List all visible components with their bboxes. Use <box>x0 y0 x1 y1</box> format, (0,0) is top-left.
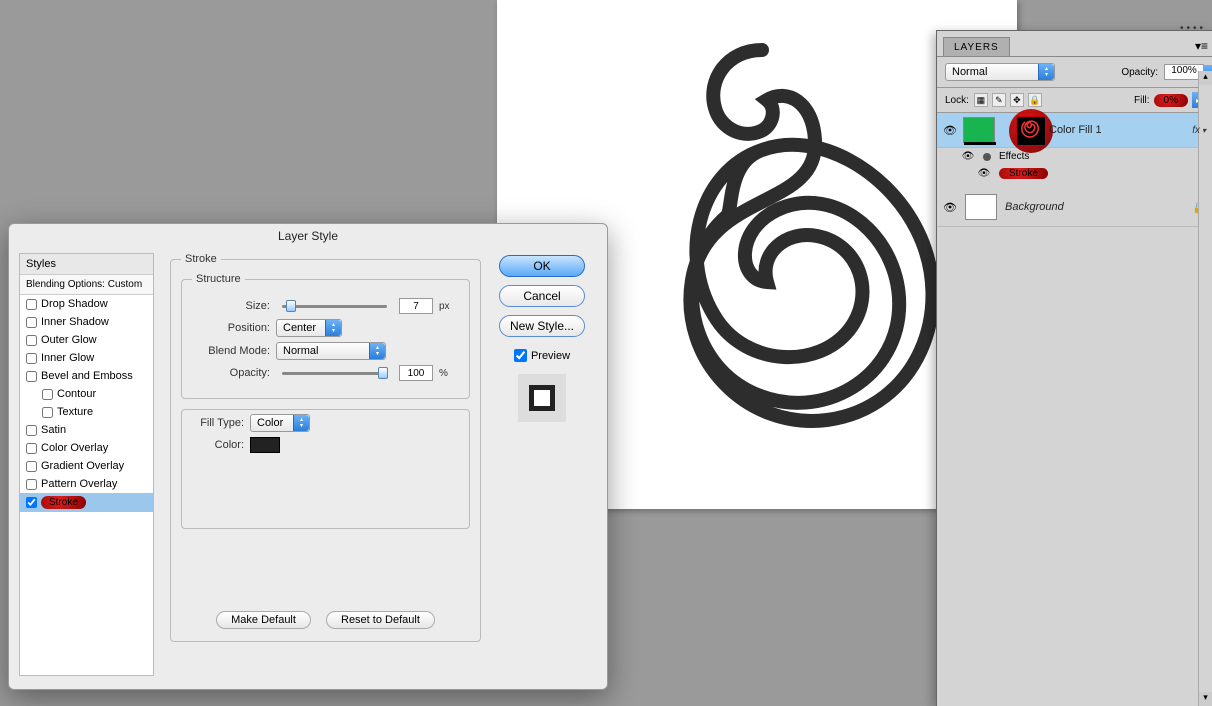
style-inner-shadow[interactable]: Inner Shadow <box>20 313 153 331</box>
stroke-legend: Stroke <box>181 253 221 265</box>
style-inner-glow[interactable]: Inner Glow <box>20 349 153 367</box>
layers-list: 👁 Color Fill 1 fx▾ 👁 Effects 👁 Stroke 👁 <box>937 113 1212 227</box>
lock-move-icon[interactable]: ✥ <box>1010 93 1024 107</box>
stroke-effect-highlight: Stroke <box>999 168 1048 179</box>
lock-brush-icon[interactable]: ✎ <box>992 93 1006 107</box>
stroke-settings: Stroke Structure Size: px Position: Cent… <box>164 253 487 676</box>
preview-swatch <box>518 374 566 422</box>
blendmode-select[interactable]: Normal <box>276 342 386 360</box>
effects-sublayer[interactable]: 👁 Effects <box>937 148 1212 165</box>
reset-default-button[interactable]: Reset to Default <box>326 611 435 629</box>
style-outer-glow[interactable]: Outer Glow <box>20 331 153 349</box>
visibility-icon[interactable]: 👁 <box>943 124 957 137</box>
background-label: Background <box>1005 201 1064 213</box>
lock-label: Lock: <box>945 95 969 106</box>
panel-grip-icon[interactable]: •••• <box>1180 23 1206 34</box>
new-style-button[interactable]: New Style... <box>499 315 585 337</box>
styles-header[interactable]: Styles <box>20 254 153 275</box>
style-gradient-overlay[interactable]: Gradient Overlay <box>20 457 153 475</box>
fx-expand-icon: ▾ <box>1202 126 1206 135</box>
style-color-overlay[interactable]: Color Overlay <box>20 439 153 457</box>
visibility-icon[interactable]: 👁 <box>977 168 991 179</box>
size-label: Size: <box>192 300 270 312</box>
stroke-fieldset: Stroke Structure Size: px Position: Cent… <box>170 253 481 642</box>
style-pattern-overlay[interactable]: Pattern Overlay <box>20 475 153 493</box>
layer-blendmode-select[interactable]: Normal <box>945 63 1055 81</box>
structure-fieldset: Structure Size: px Position: Center Blen… <box>181 273 470 399</box>
size-input[interactable] <box>399 298 433 314</box>
opacity-unit: % <box>439 368 448 379</box>
style-stroke[interactable]: Stroke <box>20 493 153 512</box>
dialog-title: Layer Style <box>9 224 607 247</box>
fill-value-highlight[interactable]: 0% <box>1154 94 1188 107</box>
filltype-fieldset: Fill Type: Color Color: <box>181 409 470 529</box>
fx-indicator[interactable]: fx▾ <box>1192 125 1206 136</box>
scroll-up-icon[interactable]: ▴ <box>1199 71 1212 85</box>
layers-panel: •••• LAYERS ▾≡ Normal Opacity: 100%▸ Loc… <box>936 30 1212 706</box>
blendmode-label: Blend Mode: <box>192 345 270 357</box>
style-contour[interactable]: Contour <box>20 385 153 403</box>
styles-list: Styles Blending Options: Custom Drop Sha… <box>19 253 154 676</box>
opacity-label: Opacity: <box>192 367 270 379</box>
make-default-button[interactable]: Make Default <box>216 611 311 629</box>
preview-checkbox[interactable] <box>514 349 527 362</box>
visibility-icon[interactable]: 👁 <box>961 151 975 162</box>
fill-label: Fill: <box>1134 95 1150 106</box>
style-drop-shadow[interactable]: Drop Shadow <box>20 295 153 313</box>
effects-label: Effects <box>999 151 1029 162</box>
layer-thumbnail[interactable] <box>963 117 995 143</box>
panel-scrollbar[interactable]: ▴ ▾ <box>1198 71 1212 706</box>
dialog-buttons: OK Cancel New Style... Preview <box>487 253 597 676</box>
cancel-button[interactable]: Cancel <box>499 285 585 307</box>
layer-opacity-label: Opacity: <box>1121 67 1158 78</box>
visibility-icon[interactable]: 👁 <box>943 201 957 214</box>
panel-menu-icon[interactable]: ▾≡ <box>1195 39 1208 53</box>
filltype-label: Fill Type: <box>192 417 244 429</box>
color-swatch[interactable] <box>250 437 280 453</box>
style-bevel-emboss[interactable]: Bevel and Emboss <box>20 367 153 385</box>
layer-background[interactable]: 👁 Background 🔒 <box>937 188 1212 227</box>
lock-all-icon[interactable]: 🔒 <box>1028 93 1042 107</box>
opacity-slider[interactable] <box>282 372 387 375</box>
spiral-artwork <box>587 30 947 505</box>
layer-mask-thumbnail[interactable] <box>1016 116 1046 146</box>
layer-color-fill-1[interactable]: 👁 Color Fill 1 fx▾ <box>937 113 1212 148</box>
style-texture[interactable]: Texture <box>20 403 153 421</box>
position-select[interactable]: Center <box>276 319 342 337</box>
effects-dot-icon <box>983 153 991 161</box>
background-thumbnail[interactable] <box>965 194 997 220</box>
color-label: Color: <box>192 439 244 451</box>
structure-legend: Structure <box>192 273 245 285</box>
preview-label: Preview <box>531 350 570 362</box>
layers-tab[interactable]: LAYERS <box>943 37 1010 56</box>
size-slider[interactable] <box>282 305 387 308</box>
blending-options-row[interactable]: Blending Options: Custom <box>20 275 153 295</box>
mask-highlight <box>1009 109 1053 153</box>
filltype-select[interactable]: Color <box>250 414 310 432</box>
position-label: Position: <box>192 322 270 334</box>
size-unit: px <box>439 301 450 312</box>
lock-transparency-icon[interactable]: ▦ <box>974 93 988 107</box>
stroke-sublayer[interactable]: 👁 Stroke <box>937 165 1212 182</box>
stroke-highlight: Stroke <box>41 496 86 509</box>
style-satin[interactable]: Satin <box>20 421 153 439</box>
opacity-input[interactable] <box>399 365 433 381</box>
scroll-down-icon[interactable]: ▾ <box>1199 692 1212 706</box>
layer-name-label[interactable]: Color Fill 1 <box>1049 124 1102 136</box>
lock-icons: ▦ ✎ ✥ 🔒 <box>974 93 1042 107</box>
ok-button[interactable]: OK <box>499 255 585 277</box>
layer-style-dialog: Layer Style Styles Blending Options: Cus… <box>8 223 608 690</box>
